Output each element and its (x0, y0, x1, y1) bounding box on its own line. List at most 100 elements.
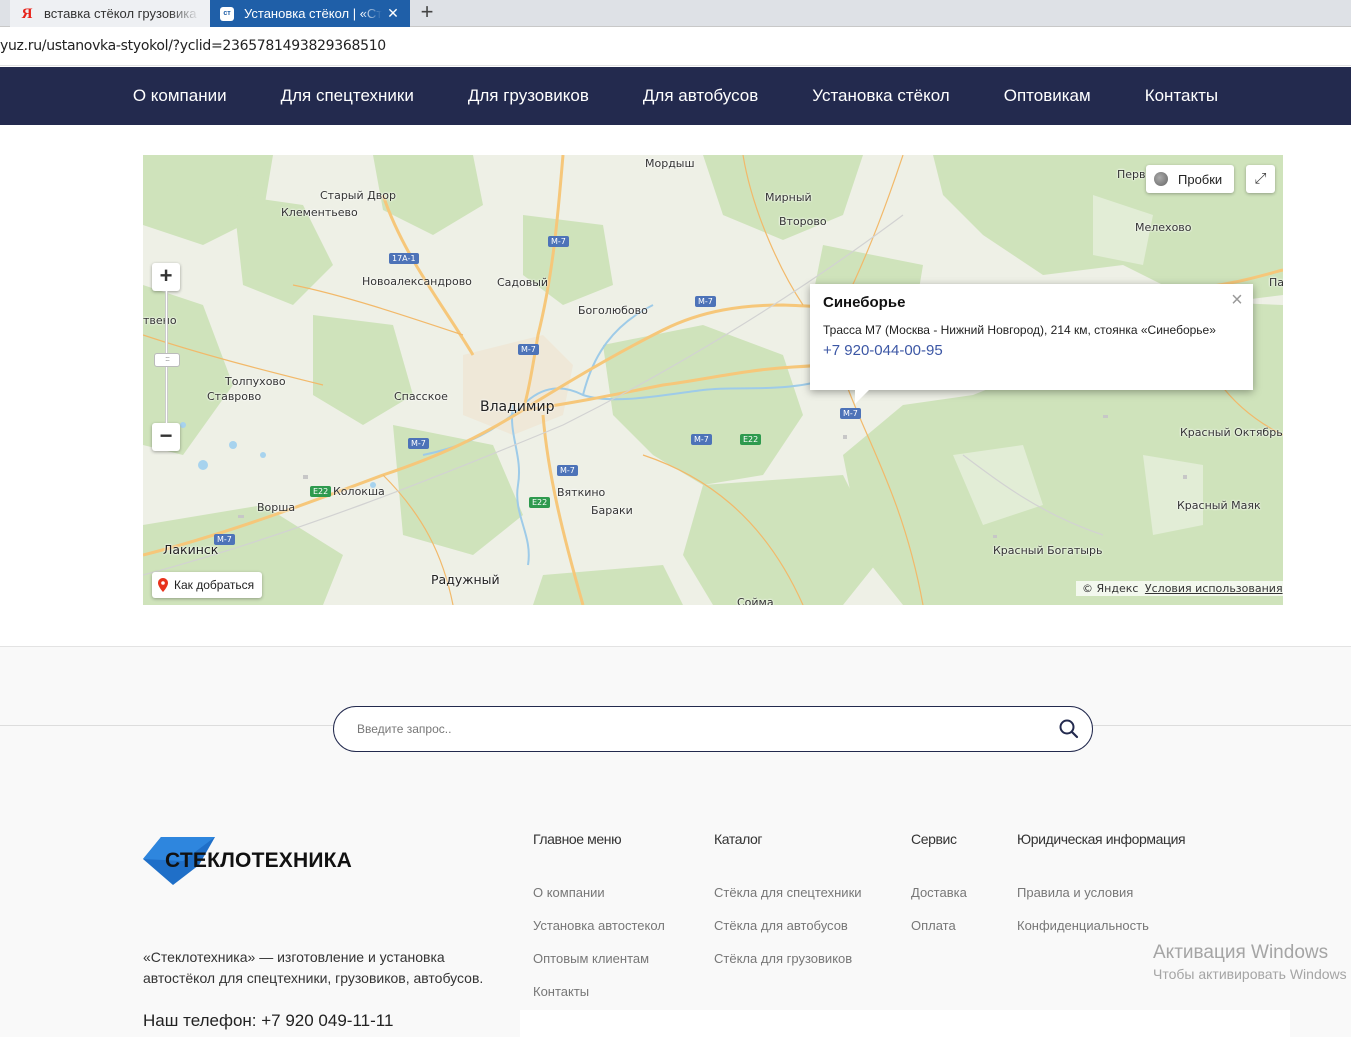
map-pin-icon (158, 578, 168, 592)
traffic-light-icon (1154, 172, 1168, 186)
logo-text: СТЕКЛОТЕХНИКА (165, 849, 353, 872)
footer-link[interactable]: Доставка (911, 885, 967, 904)
footer-link[interactable]: Оптовым клиентам (533, 951, 665, 970)
new-tab-button[interactable]: + (416, 0, 438, 27)
map-balloon: Синеборье Трасса М7 (Москва - Нижний Нов… (810, 284, 1253, 404)
footer-link[interactable]: Правила и условия (1017, 885, 1185, 904)
place-label: Мелехово (1135, 221, 1192, 234)
place-label: Радужный (431, 572, 500, 587)
place-label: Садовый (497, 276, 549, 289)
search-input[interactable]: Введите запрос.. (357, 722, 451, 736)
company-phone[interactable]: Наш телефон: +7 920 049-11-11 (143, 1011, 393, 1031)
nav-item-glass-installation[interactable]: Установка стёкол (812, 86, 949, 106)
address-bar[interactable]: yuz.ru/ustanovka-styokol/?yclid=23657814… (0, 28, 1351, 66)
place-label: Лакинск (163, 542, 219, 557)
balloon-address: Трасса М7 (Москва - Нижний Новгород), 21… (823, 323, 1216, 337)
footer-column-main-menu: Главное меню О компании Установка автост… (533, 831, 665, 1017)
nav-item-about[interactable]: О компании (133, 86, 227, 106)
company-logo[interactable]: СТЕКЛОТЕХНИКА (143, 835, 383, 890)
company-description: «Стеклотехника» — изготовление и установ… (143, 949, 484, 986)
place-label: Красный Октябрь (1180, 426, 1283, 439)
url-text[interactable]: yuz.ru/ustanovka-styokol/?yclid=23657814… (0, 38, 386, 54)
route-label: Как добраться (174, 578, 255, 592)
browser-tab-search[interactable]: Я вставка стёкол грузовика - (10, 0, 210, 27)
site-favicon-icon: ст (220, 6, 234, 21)
tab-title: Установка стёкол | «Стек (244, 6, 382, 21)
footer-link[interactable]: Контакты (533, 984, 665, 1003)
road-shield: 17А-1 (389, 253, 419, 264)
road-shield: М-7 (408, 438, 429, 449)
close-tab-icon[interactable]: ✕ (386, 5, 400, 22)
zoom-slider-track[interactable]: :::: (154, 291, 180, 423)
traffic-label: Пробки (1178, 171, 1223, 187)
road-shield: М-7 (840, 408, 861, 419)
place-label: Мордыш (645, 157, 695, 170)
site-footer: Введите запрос.. СТЕКЛОТЕХНИКА «Стеклоте… (0, 646, 1351, 1037)
watermark-line-2: Чтобы активировать Windows (1153, 966, 1347, 982)
place-label: Колокша (333, 485, 385, 498)
footer-link[interactable]: Конфиденциальность (1017, 918, 1185, 937)
footer-column-heading: Сервис (911, 831, 957, 847)
footer-bottom-strip (520, 1010, 1290, 1037)
map-copyright: © Яндекс Условия использования (1076, 581, 1283, 596)
road-shield: Е22 (529, 497, 551, 508)
balloon-phone[interactable]: +7 920-044-00-95 (823, 342, 1240, 359)
road-shield: Е22 (740, 434, 762, 445)
fullscreen-icon[interactable]: ⤢ (1246, 165, 1275, 193)
route-button[interactable]: Как добраться (152, 572, 263, 598)
close-icon[interactable]: × (1229, 290, 1245, 310)
traffic-button[interactable]: Пробки (1146, 165, 1235, 193)
zoom-slider-handle[interactable]: :::: (154, 353, 180, 367)
place-label: Вяткино (557, 486, 606, 499)
footer-column-heading: Главное меню (533, 831, 622, 847)
place-label: Боголюбово (578, 304, 648, 317)
yandex-map[interactable]: Мордыш Мирный Второво Мелехово Старый Дв… (143, 155, 1283, 605)
footer-link[interactable]: Стёкла для спецтехники (714, 885, 862, 904)
place-label: Ворша (257, 501, 296, 514)
footer-link[interactable]: О компании (533, 885, 665, 904)
browser-tab-active[interactable]: ст Установка стёкол | «Стек ✕ (210, 0, 410, 27)
place-label: Красный Богатырь (993, 544, 1103, 557)
nav-item-trucks[interactable]: Для грузовиков (468, 86, 589, 106)
nav-item-buses[interactable]: Для автобусов (643, 86, 758, 106)
place-label: Бараки (591, 504, 633, 517)
footer-link[interactable]: Установка автостекол (533, 918, 665, 937)
place-label: Мирный (765, 191, 812, 204)
place-label: Сойма (737, 596, 774, 605)
footer-column-catalog: Каталог Стёкла для спецтехники Стёкла дл… (714, 831, 862, 984)
zoom-in-button[interactable]: + (152, 263, 180, 291)
tab-title: вставка стёкол грузовика - (44, 6, 200, 21)
place-label: Спасское (394, 390, 448, 403)
map-zoom-control: + :::: − (152, 263, 182, 451)
balloon-title: Синеборье (823, 294, 906, 311)
footer-column-heading: Каталог (714, 831, 763, 847)
nav-item-contacts[interactable]: Контакты (1145, 86, 1218, 106)
footer-link[interactable]: Стёкла для автобусов (714, 918, 862, 937)
search-icon[interactable] (1058, 718, 1080, 740)
place-label: Второво (779, 215, 827, 228)
footer-link[interactable]: Стёкла для грузовиков (714, 951, 862, 970)
watermark-line-1: Активация Windows (1153, 942, 1329, 963)
yandex-favicon-icon: Я (21, 5, 33, 22)
footer-column-heading: Юридическая информация (1017, 831, 1186, 847)
road-shield: М-7 (518, 344, 539, 355)
site-navigation: О компании Для спецтехники Для грузовико… (0, 67, 1351, 125)
road-shield: М-7 (695, 296, 716, 307)
place-label: Старый Двор (320, 189, 396, 202)
zoom-out-button[interactable]: − (152, 423, 180, 451)
road-shield: М-7 (557, 465, 578, 476)
place-label: Толпухово (225, 375, 286, 388)
footer-column-legal: Юридическая информация Правила и условия… (1017, 831, 1186, 951)
nav-item-special-machinery[interactable]: Для спецтехники (281, 86, 414, 106)
road-shield: Е22 (310, 486, 332, 497)
footer-link[interactable]: Оплата (911, 918, 967, 937)
place-label: Клементьево (281, 206, 358, 219)
place-label: Красный Маяк (1177, 499, 1261, 512)
search-field[interactable]: Введите запрос.. (333, 706, 1093, 752)
copyright-text: Яндекс (1096, 582, 1139, 595)
place-label: Ставрово (207, 390, 262, 403)
terms-link[interactable]: Условия использования (1145, 582, 1283, 595)
browser-tab-bar: Я вставка стёкол грузовика - ст Установк… (0, 0, 1351, 27)
nav-item-wholesale[interactable]: Оптовикам (1004, 86, 1091, 106)
footer-column-service: Сервис Доставка Оплата (911, 831, 967, 951)
